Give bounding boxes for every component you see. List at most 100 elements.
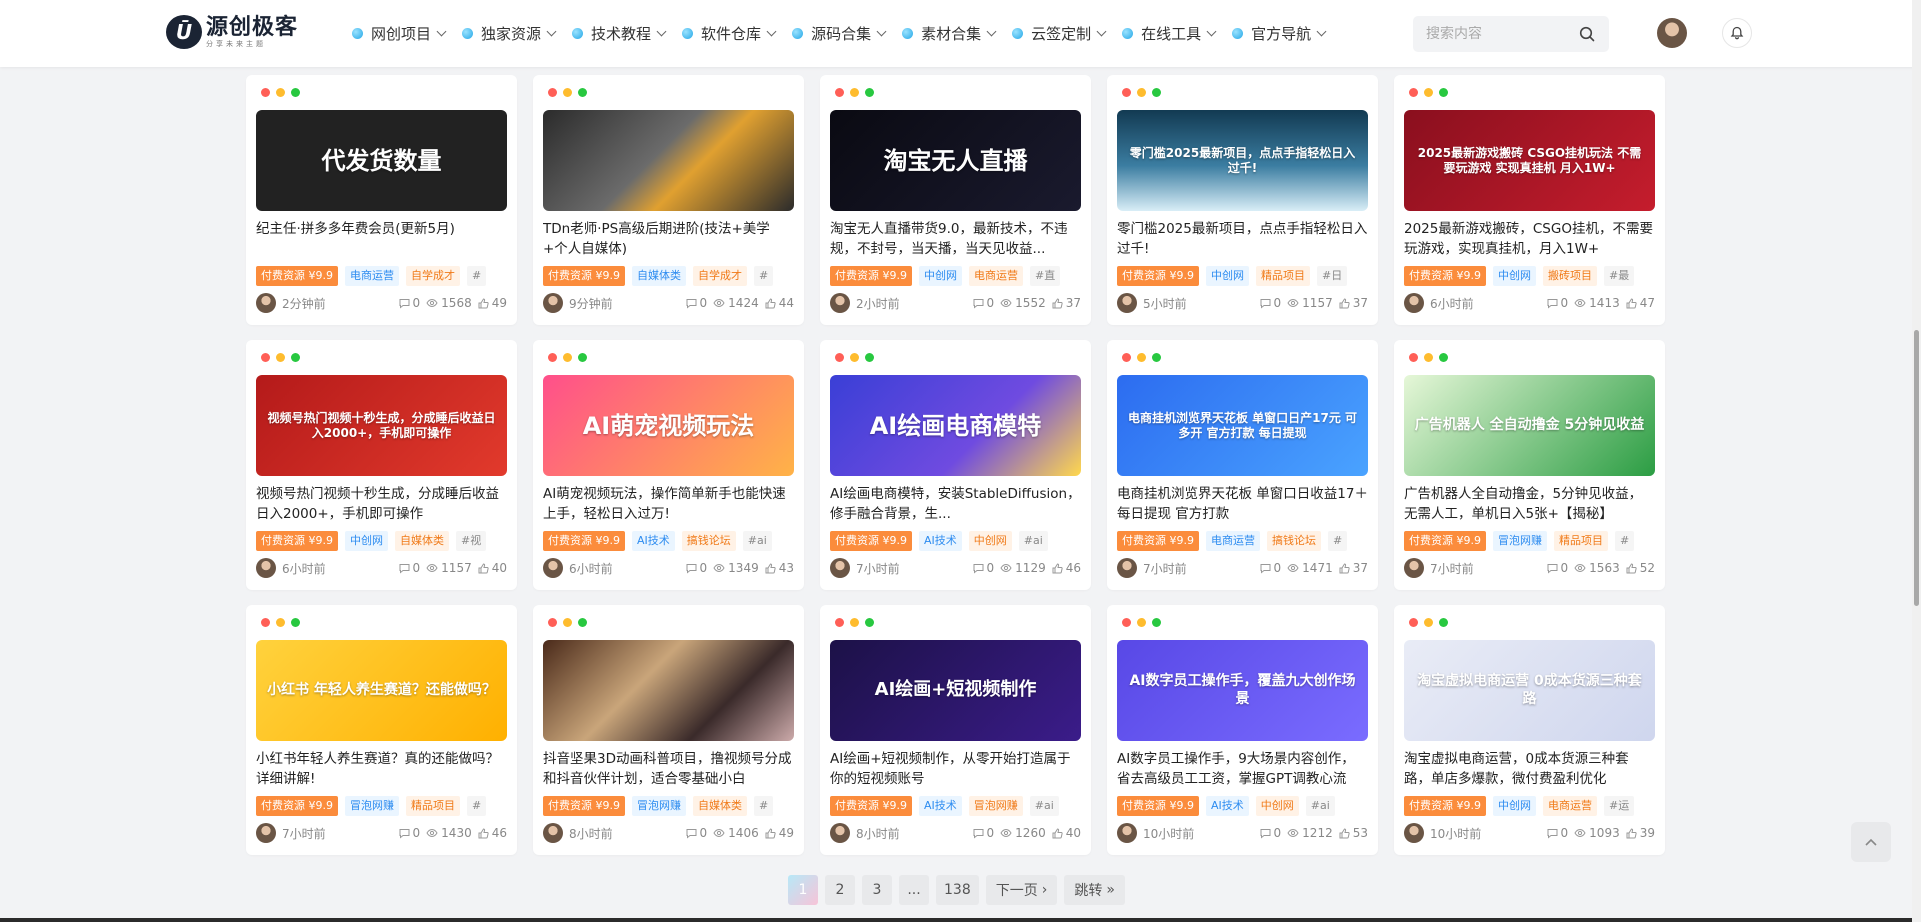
like-count[interactable]: 40 — [1052, 826, 1081, 840]
post-thumbnail[interactable]: 代发货数量 — [256, 110, 507, 211]
author-avatar[interactable] — [1117, 558, 1137, 578]
post-tag[interactable]: 冒泡网赚 — [632, 796, 686, 816]
next-page-button[interactable]: 下一页 › — [985, 875, 1058, 905]
author-avatar[interactable] — [830, 293, 850, 313]
post-title[interactable]: AI数字员工操作手，9大场景内容创作，省去高级员工工资，掌握GPT调教心流 — [1117, 749, 1368, 789]
post-tag[interactable]: 搬砖项目 — [1543, 266, 1597, 286]
back-to-top-button[interactable] — [1851, 822, 1891, 862]
post-tag[interactable]: # — [1615, 531, 1635, 551]
post-tag[interactable]: 中创网 — [968, 531, 1012, 551]
post-tag[interactable]: 付费资源 ¥9.9 — [1404, 266, 1486, 286]
author-avatar[interactable] — [256, 293, 276, 313]
post-tag[interactable]: 冒泡网赚 — [968, 796, 1023, 816]
like-count[interactable]: 37 — [1339, 296, 1368, 310]
post-title[interactable]: 零门槛2025最新项目，点点手指轻松日入过千! — [1117, 219, 1368, 259]
post-card[interactable]: 零门槛2025最新项目，点点手指轻松日入过千! 零门槛2025最新项目，点点手指轻… — [1107, 75, 1378, 325]
post-tag[interactable]: 电商运营 — [969, 266, 1023, 286]
post-tag[interactable]: 付费资源 ¥9.9 — [543, 796, 625, 816]
post-tag[interactable]: 搞钱论坛 — [1267, 531, 1321, 551]
post-tag[interactable]: 电商运营 — [1206, 531, 1260, 551]
author-avatar[interactable] — [830, 558, 850, 578]
post-tag[interactable]: 冒泡网赚 — [345, 796, 399, 816]
post-tag[interactable]: #ai — [1029, 796, 1059, 816]
post-tag[interactable]: #最 — [1604, 266, 1635, 286]
post-tag[interactable]: #ai — [1305, 796, 1335, 816]
nav-item-7[interactable]: 在线工具 — [1122, 23, 1217, 44]
post-tag[interactable]: 付费资源 ¥9.9 — [830, 796, 912, 816]
author-avatar[interactable] — [256, 558, 276, 578]
post-tag[interactable]: # — [467, 796, 487, 816]
post-tag[interactable]: #直 — [1030, 266, 1061, 286]
post-tag[interactable]: #ai — [742, 531, 772, 551]
post-tag[interactable]: # — [754, 796, 774, 816]
like-count[interactable]: 37 — [1339, 561, 1368, 575]
nav-item-3[interactable]: 软件仓库 — [682, 23, 777, 44]
post-title[interactable]: AI萌宠视频玩法，操作简单新手也能快速上手，轻松日入过万! — [543, 484, 794, 524]
post-thumbnail[interactable] — [543, 640, 794, 741]
post-thumbnail[interactable]: AI绘画+短视频制作 — [830, 640, 1081, 741]
post-thumbnail[interactable]: AI萌宠视频玩法 — [543, 375, 794, 476]
post-card[interactable]: 视频号热门视频十秒生成，分成睡后收益日入2000+，手机即可操作 视频号热门视频十… — [246, 340, 517, 590]
post-title[interactable]: AI绘画+短视频制作，从零开始打造属于你的短视频账号 — [830, 749, 1081, 789]
nav-item-8[interactable]: 官方导航 — [1232, 23, 1327, 44]
post-tag[interactable]: 付费资源 ¥9.9 — [256, 266, 338, 286]
post-card[interactable]: AI绘画电商模特 AI绘画电商模特，安装StableDiffusion，修手融合背… — [820, 340, 1091, 590]
like-count[interactable]: 39 — [1626, 826, 1655, 840]
post-tag[interactable]: 冒泡网赚 — [1493, 531, 1547, 551]
author-avatar[interactable] — [1117, 293, 1137, 313]
post-title[interactable]: 广告机器人全自动撸金，5分钟见收益，无需人工，单机日入5张+【揭秘】 — [1404, 484, 1655, 524]
post-tag[interactable]: # — [754, 266, 774, 286]
post-thumbnail[interactable]: 淘宝虚拟电商运营 0成本货源三种套路 — [1404, 640, 1655, 741]
author-avatar[interactable] — [1404, 558, 1424, 578]
post-tag[interactable]: 自学成才 — [693, 266, 747, 286]
jump-button[interactable]: 跳转 » — [1064, 875, 1125, 905]
search-input[interactable] — [1413, 26, 1573, 42]
post-tag[interactable]: 付费资源 ¥9.9 — [1117, 796, 1199, 816]
post-tag[interactable]: 自学成才 — [406, 266, 460, 286]
post-tag[interactable]: 自媒体类 — [632, 266, 686, 286]
post-tag[interactable]: #ai — [1018, 531, 1048, 551]
post-card[interactable]: 电商挂机浏览界天花板 单窗口日产17元 可多开 官方打款 每日提现 电商挂机浏览界… — [1107, 340, 1378, 590]
post-card[interactable]: 淘宝无人直播 淘宝无人直播带货9.0，最新技术，不违规，不封号，当天播，当天见收益… — [820, 75, 1091, 325]
post-thumbnail[interactable]: 2025最新游戏搬砖 CSGO挂机玩法 不需要玩游戏 实现真挂机 月入1W+ — [1404, 110, 1655, 211]
post-card[interactable]: TDn老师·PS高级后期进阶(技法+美学+个人自媒体) 付费资源 ¥9.9 自媒体类… — [533, 75, 804, 325]
post-tag[interactable]: 电商运营 — [1543, 796, 1597, 816]
scrollbar-thumb[interactable] — [1914, 330, 1919, 606]
post-tag[interactable]: 付费资源 ¥9.9 — [256, 796, 338, 816]
post-tag[interactable]: AI技术 — [919, 796, 962, 816]
author-avatar[interactable] — [543, 558, 563, 578]
like-count[interactable]: 40 — [478, 561, 507, 575]
post-tag[interactable]: # — [1328, 531, 1348, 551]
post-tag[interactable]: 付费资源 ¥9.9 — [1117, 266, 1199, 286]
like-count[interactable]: 47 — [1626, 296, 1655, 310]
post-tag[interactable]: #视 — [456, 531, 487, 551]
post-thumbnail[interactable]: 小红书 年轻人养生赛道？还能做吗？ — [256, 640, 507, 741]
like-count[interactable]: 43 — [765, 561, 794, 575]
like-count[interactable]: 46 — [478, 826, 507, 840]
post-tag[interactable]: #日 — [1317, 266, 1348, 286]
post-tag[interactable]: 付费资源 ¥9.9 — [1404, 531, 1486, 551]
post-thumbnail[interactable]: 淘宝无人直播 — [830, 110, 1081, 211]
post-tag[interactable]: 中创网 — [1255, 796, 1299, 816]
post-tag[interactable]: 付费资源 ¥9.9 — [1117, 531, 1199, 551]
post-card[interactable]: 代发货数量纪主任·拼多多年费会员(更新5月) 付费资源 ¥9.9 电商运营 自学成才 #… — [246, 75, 517, 325]
post-tag[interactable]: 中创网 — [919, 266, 962, 286]
post-thumbnail[interactable]: AI数字员工操作手，覆盖九大创作场景 — [1117, 640, 1368, 741]
post-tag[interactable]: # — [467, 266, 487, 286]
post-tag[interactable]: 付费资源 ¥9.9 — [256, 531, 338, 551]
post-card[interactable]: 2025最新游戏搬砖 CSGO挂机玩法 不需要玩游戏 实现真挂机 月入1W+ 20… — [1394, 75, 1665, 325]
like-count[interactable]: 49 — [478, 296, 507, 310]
post-tag[interactable]: 付费资源 ¥9.9 — [830, 266, 912, 286]
post-tag[interactable]: 精品项目 — [1256, 266, 1310, 286]
post-tag[interactable]: 电商运营 — [345, 266, 399, 286]
search-icon[interactable] — [1579, 26, 1595, 42]
like-count[interactable]: 46 — [1052, 561, 1081, 575]
nav-item-2[interactable]: 技术教程 — [572, 23, 667, 44]
post-tag[interactable]: 自媒体类 — [395, 531, 449, 551]
post-tag[interactable]: 精品项目 — [1554, 531, 1608, 551]
post-card[interactable]: AI数字员工操作手，覆盖九大创作场景 AI数字员工操作手，9大场景内容创作，省去高… — [1107, 605, 1378, 855]
like-count[interactable]: 44 — [765, 296, 794, 310]
post-thumbnail[interactable]: 广告机器人 全自动撸金 5分钟见收益 — [1404, 375, 1655, 476]
post-title[interactable]: 纪主任·拼多多年费会员(更新5月) — [256, 219, 507, 259]
post-tag[interactable]: 中创网 — [345, 531, 388, 551]
